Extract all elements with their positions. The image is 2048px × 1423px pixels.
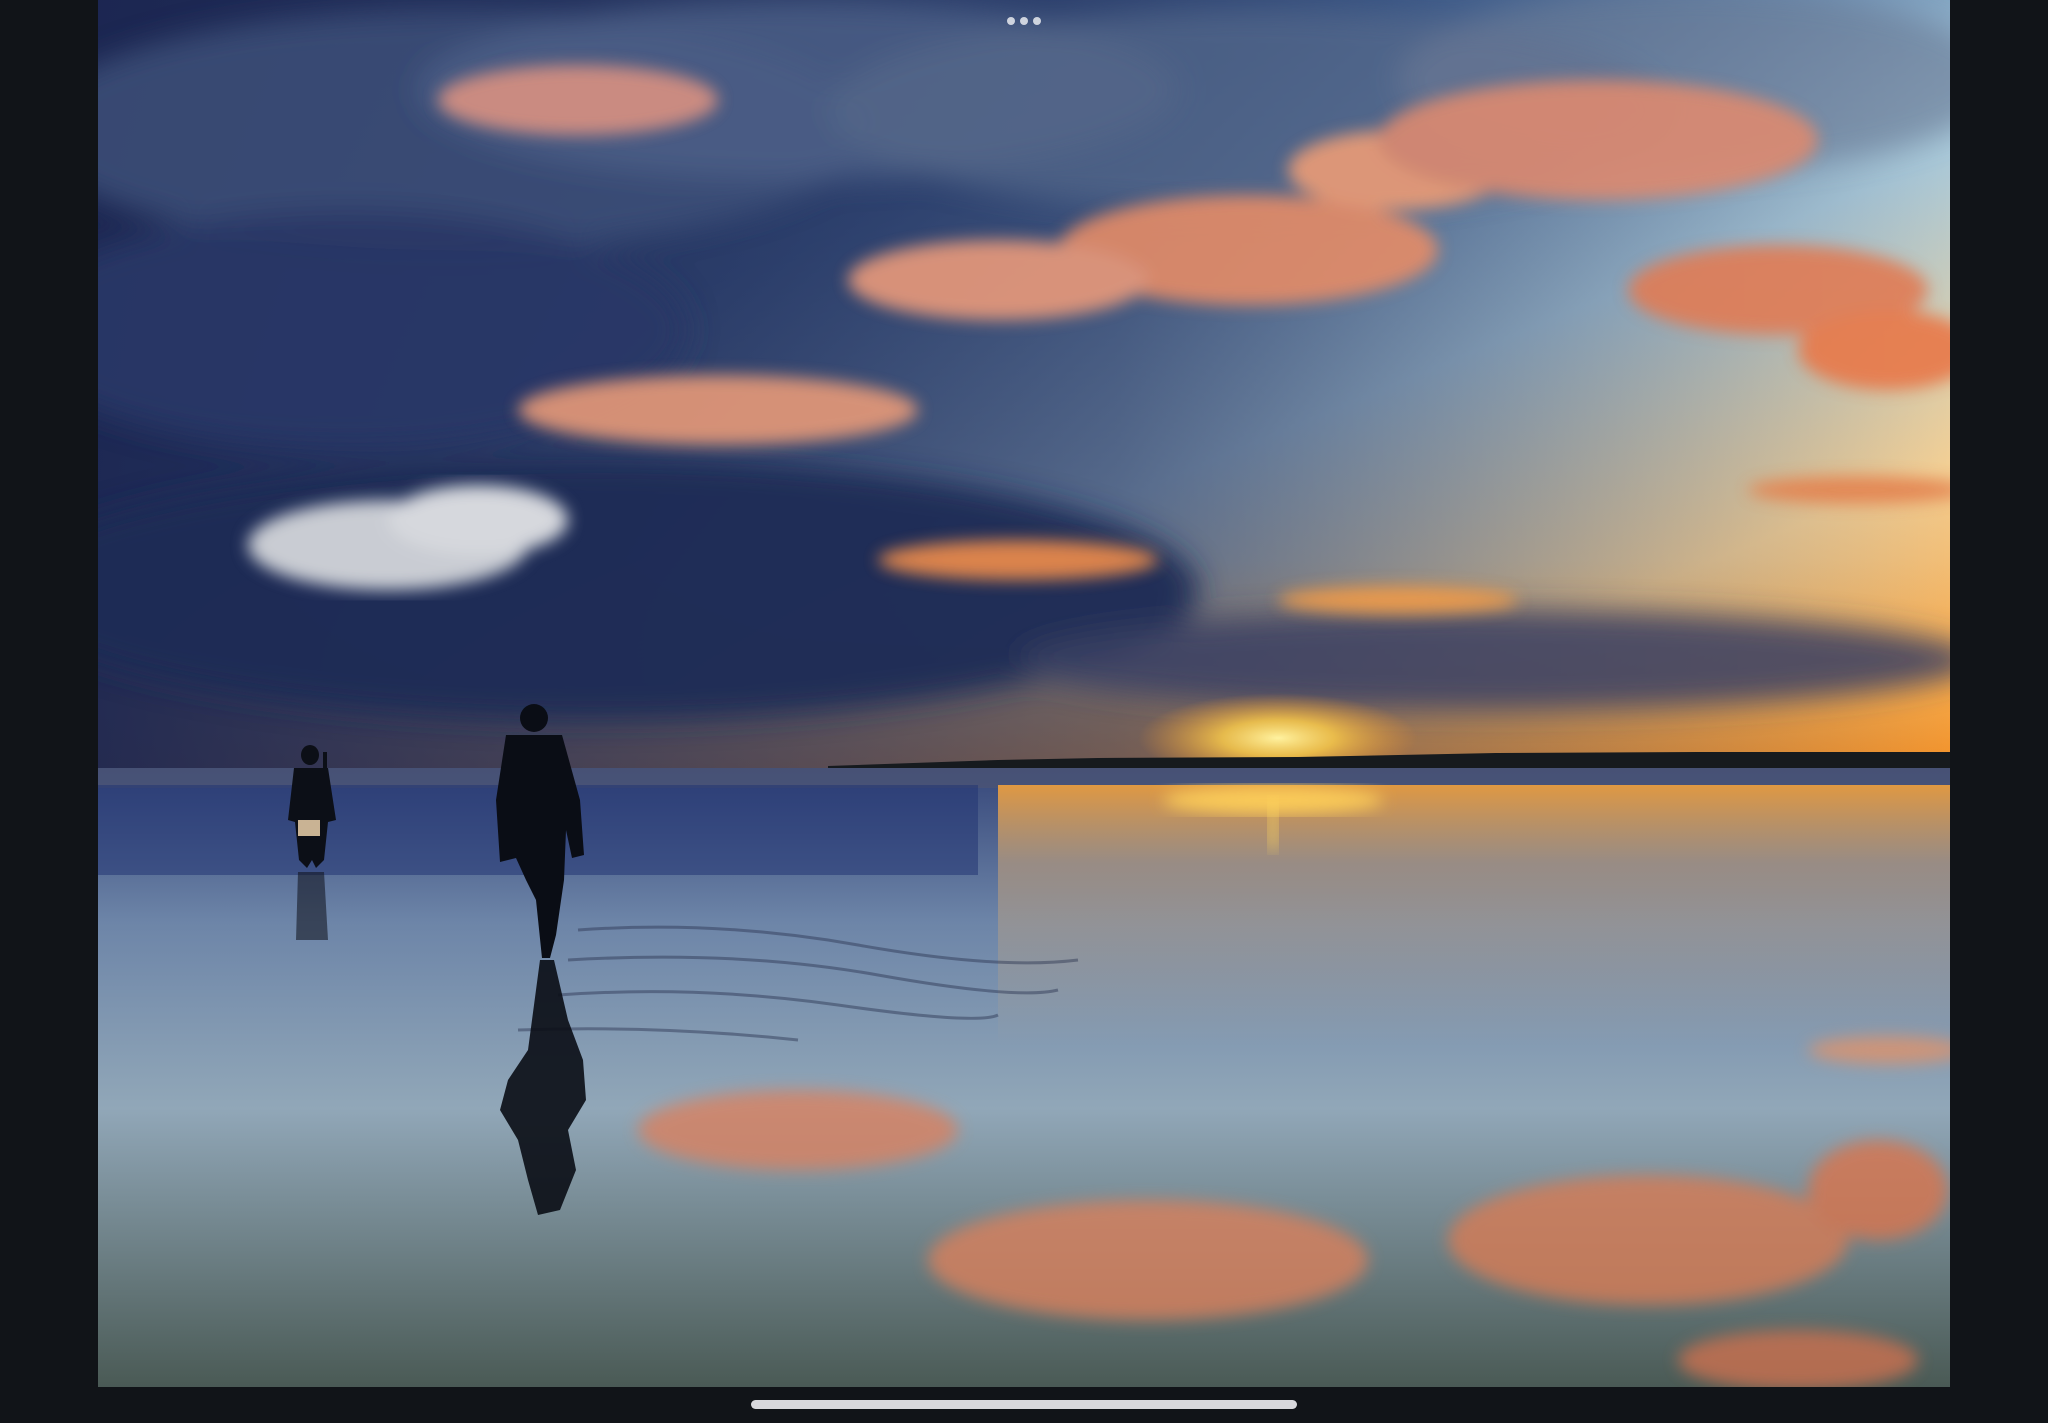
photo-viewer-screen bbox=[0, 0, 2048, 1423]
dot bbox=[1020, 17, 1028, 25]
dot bbox=[1007, 17, 1015, 25]
sunset-beach-photo[interactable] bbox=[98, 0, 1950, 1387]
home-indicator[interactable] bbox=[751, 1400, 1297, 1409]
more-dots-icon[interactable] bbox=[1005, 16, 1043, 26]
dot bbox=[1033, 17, 1041, 25]
photo-image bbox=[98, 0, 1950, 1387]
